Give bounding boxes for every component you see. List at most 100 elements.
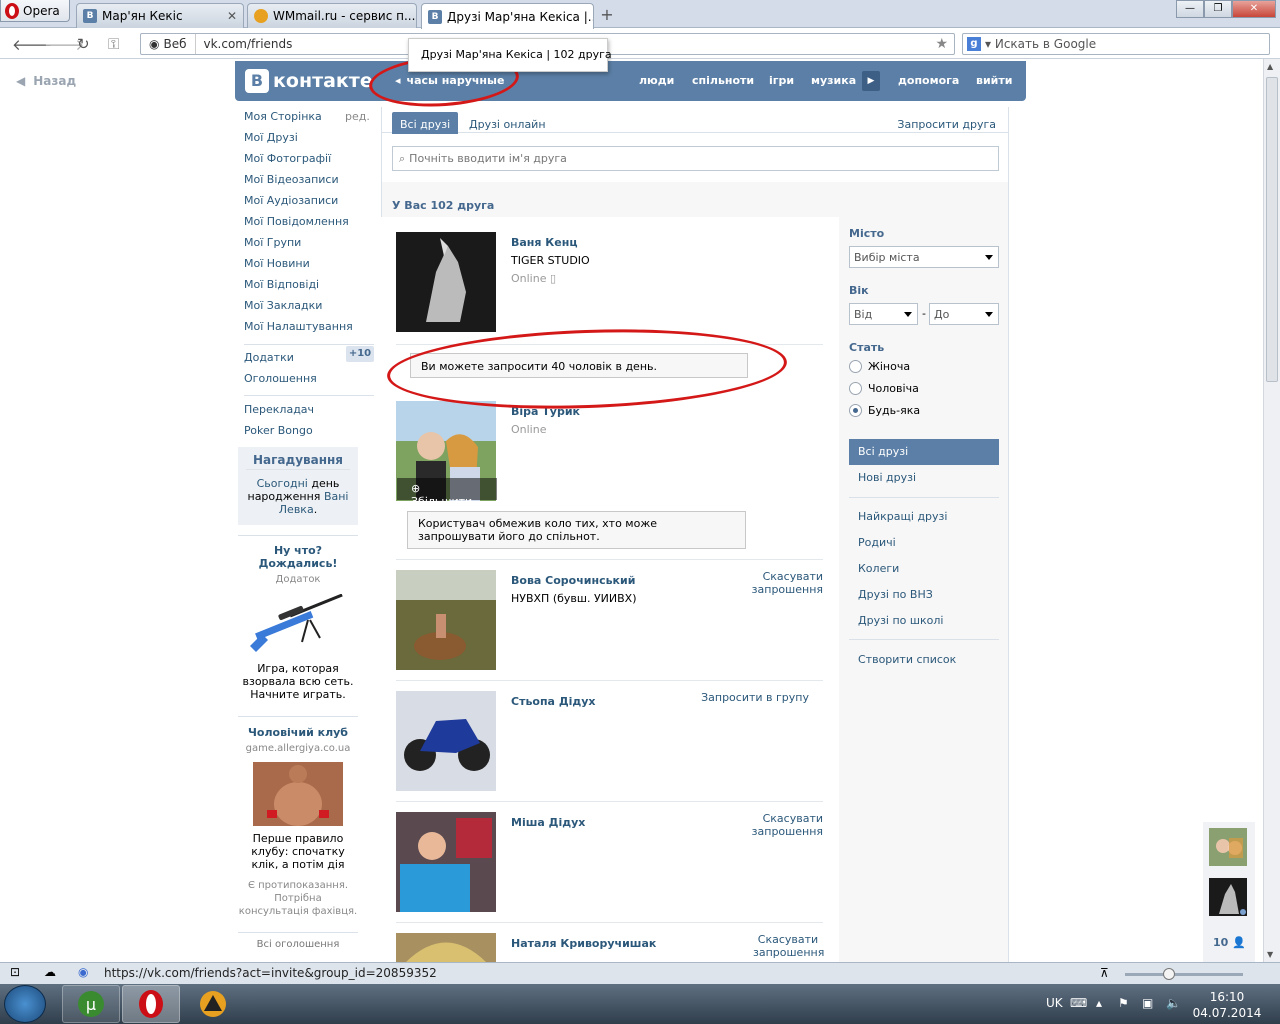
tab-wmmail[interactable]: WMmail.ru - сервис п...✕ [247, 3, 417, 28]
list-colleagues[interactable]: Колеги [849, 556, 999, 582]
all-ads-link[interactable]: Всі оголошення [238, 938, 358, 951]
google-search-field[interactable]: g ▾ Искать в Google [962, 33, 1270, 55]
cancel-invite-link[interactable]: Скасувати запрошення [695, 812, 823, 838]
cancel-invite-link[interactable]: Скасувати запрошення [695, 570, 823, 596]
friend-avatar[interactable] [396, 933, 496, 962]
sex-male-radio[interactable]: Чоловіча [849, 382, 919, 395]
menu-my-groups[interactable]: Мої Групи [244, 236, 374, 257]
menu-my-settings[interactable]: Мої Налаштування [244, 320, 374, 341]
fighter-image[interactable] [253, 762, 343, 826]
menu-translator[interactable]: Перекладач [244, 403, 374, 424]
page-scrollbar[interactable]: ▲ ▼ [1263, 59, 1280, 962]
close-tab-icon[interactable]: ✕ [227, 9, 237, 23]
chat-online-count[interactable]: 10 👤 [1213, 936, 1246, 949]
new-tab-icon[interactable]: + [598, 6, 616, 24]
menu-ads[interactable]: Оголошення [244, 372, 374, 393]
tray-arrow-icon[interactable]: ▴ [1096, 996, 1102, 1010]
ad-title[interactable]: Чоловічий клуб [238, 726, 358, 739]
aimp-taskbar-icon[interactable] [184, 985, 242, 1023]
opera-taskbar-icon[interactable] [122, 985, 180, 1023]
tab-vk-profile[interactable]: В Мар'ян Кекіс ✕ [76, 3, 244, 28]
maximize-icon[interactable]: ❐ [1204, 0, 1232, 18]
friend-avatar[interactable] [396, 232, 496, 332]
sex-any-radio[interactable]: Будь-яка [849, 404, 920, 417]
network-icon[interactable]: ▣ [1142, 996, 1153, 1010]
key-icon[interactable]: ⚿ [108, 35, 119, 53]
language-indicator[interactable]: UK [1046, 996, 1063, 1010]
friend-avatar[interactable] [396, 812, 496, 912]
list-relatives[interactable]: Родичі [849, 530, 999, 556]
menu-my-bookmarks[interactable]: Мої Закладки [244, 299, 374, 320]
friend-name[interactable]: Міша Дідух [511, 816, 585, 829]
nav-more-icon[interactable]: ▶ [862, 71, 880, 91]
close-window-icon[interactable]: ✕ [1232, 0, 1276, 18]
list-new-friends[interactable]: Нові друзі [849, 465, 999, 491]
city-select[interactable]: Вибір міста [849, 246, 999, 268]
minimize-icon[interactable]: — [1176, 0, 1204, 18]
chat-avatar[interactable] [1209, 878, 1247, 916]
vk-logo[interactable]: Вконтакте [245, 69, 373, 93]
list-university-friends[interactable]: Друзі по ВНЗ [849, 582, 999, 608]
age-to-select[interactable]: До [929, 303, 999, 325]
zoom-out-icon[interactable]: ⊼ [1100, 966, 1109, 980]
menu-my-messages[interactable]: Мої Повідомлення [244, 215, 374, 236]
menu-my-audio[interactable]: Мої Аудіозаписи [244, 194, 374, 215]
menu-my-videos[interactable]: Мої Відеозаписи [244, 173, 374, 194]
web-badge[interactable]: ◉ Веб [141, 34, 196, 54]
friend-name[interactable]: Вова Сорочинський [511, 574, 635, 587]
bookmark-star-icon[interactable]: ★ [935, 36, 948, 52]
windows-start-icon[interactable] [4, 985, 46, 1023]
age-from-select[interactable]: Від [849, 303, 918, 325]
clock[interactable]: 16:10 04.07.2014 [1192, 989, 1262, 1021]
zoom-slider-knob[interactable] [1163, 968, 1175, 980]
cancel-invite-link[interactable]: Скасувати запрошення [753, 933, 824, 959]
scroll-down-icon[interactable]: ▼ [1267, 950, 1273, 959]
friend-search-input[interactable]: ⌕ Почніть вводити ім'я друга [392, 146, 999, 171]
back-link[interactable]: ◀ Назад [16, 74, 76, 88]
opera-menu-button[interactable]: Opera [0, 0, 70, 22]
zoom-slider[interactable] [1125, 968, 1243, 980]
sniper-rifle-image[interactable] [248, 594, 348, 656]
radio-circle[interactable] [849, 382, 862, 395]
tab-all-friends[interactable]: Всі друзі [392, 112, 459, 134]
list-best-friends[interactable]: Найкращі друзі [849, 504, 999, 530]
friend-name[interactable]: Ваня Кенц [511, 236, 578, 249]
menu-my-photos[interactable]: Мої Фотографії [244, 152, 374, 173]
radio-circle[interactable] [849, 360, 862, 373]
menu-my-news[interactable]: Мої Новини [244, 257, 374, 278]
ad-mens-club[interactable]: Чоловічий клуб game.allergiya.co.ua Перш… [238, 726, 358, 918]
ad-title[interactable]: Ну что? Дождались! [238, 544, 358, 570]
utorrent-taskbar-icon[interactable]: µ [62, 985, 120, 1023]
scrollbar-thumb[interactable] [1266, 77, 1278, 382]
nav-people[interactable]: люди [639, 74, 674, 87]
friend-avatar[interactable] [396, 691, 496, 791]
invite-to-group-link[interactable]: Запросити в групу [681, 691, 809, 704]
edit-page-link[interactable]: ред. [345, 110, 370, 123]
nav-communities[interactable]: спільноти [692, 74, 754, 87]
chevron-down-icon[interactable]: ▾ [985, 37, 991, 51]
nav-logout[interactable]: вийти [976, 74, 1012, 87]
speed-dial-icon[interactable]: ◉ [78, 965, 88, 979]
menu-my-answers[interactable]: Мої Відповіді [244, 278, 374, 299]
radio-circle[interactable] [849, 404, 862, 417]
nav-help[interactable]: допомога [898, 74, 959, 87]
friend-avatar[interactable] [396, 570, 496, 670]
ad-game[interactable]: Ну что? Дождались! Додаток Игра, которая… [238, 544, 358, 701]
zoom-photo-button[interactable]: ⊕ Збільшити [397, 478, 497, 508]
volume-icon[interactable]: 🔈 [1166, 996, 1181, 1010]
friend-name[interactable]: Стьопа Дідух [511, 695, 596, 708]
list-school-friends[interactable]: Друзі по школі [849, 608, 999, 634]
reload-icon[interactable]: ↻ [77, 35, 90, 53]
url-text[interactable]: vk.com/friends [196, 37, 293, 51]
create-list-link[interactable]: Створити список [849, 647, 999, 673]
menu-my-friends[interactable]: Мої Друзі [244, 131, 374, 152]
keyboard-icon[interactable]: ⌨ [1070, 996, 1087, 1010]
list-all-friends[interactable]: Всі друзі [849, 439, 999, 465]
invite-friend-link[interactable]: Запросити друга [889, 112, 1004, 134]
scroll-up-icon[interactable]: ▲ [1267, 62, 1273, 71]
nav-games[interactable]: ігри [769, 74, 794, 87]
friend-name[interactable]: Наталя Криворучишак [511, 937, 656, 950]
flag-icon[interactable]: ⚑ [1118, 996, 1129, 1010]
chat-avatar[interactable] [1209, 828, 1247, 866]
menu-poker-bongo[interactable]: Poker Bongo [244, 424, 374, 445]
